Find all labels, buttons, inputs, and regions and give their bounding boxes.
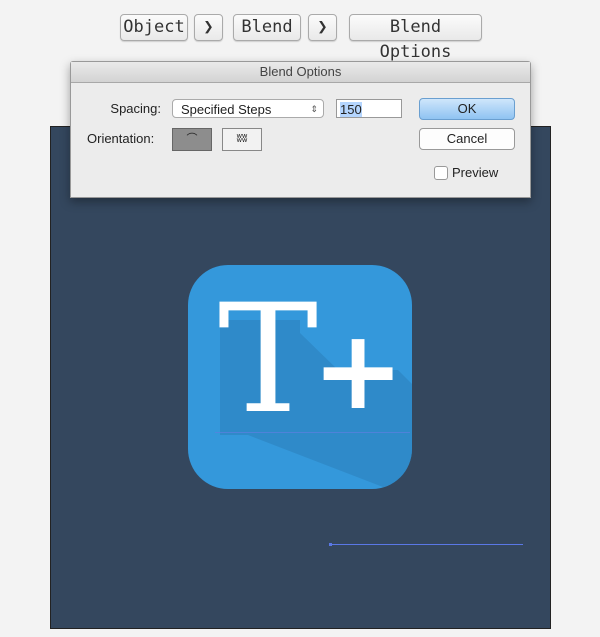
orientation-label: Orientation: xyxy=(87,131,155,146)
selection-path xyxy=(215,432,410,433)
spacing-select[interactable]: Specified Steps ⇕ xyxy=(172,99,324,118)
blend-options-dialog: Blend Options Spacing: Specified Steps ⇕… xyxy=(70,61,531,198)
app-icon: T + xyxy=(188,265,412,489)
breadcrumb-blend[interactable]: Blend xyxy=(233,14,301,41)
plus-glyph: + xyxy=(312,306,405,434)
spacing-value: Specified Steps xyxy=(181,102,272,117)
t-glyph: T xyxy=(218,273,319,447)
steps-input[interactable]: 150 xyxy=(336,99,402,118)
ok-button[interactable]: OK xyxy=(419,98,515,120)
align-to-path-button[interactable]: ʬʬ xyxy=(222,128,262,151)
breadcrumb-object[interactable]: Object xyxy=(120,14,188,41)
chevron-right-icon: ❯ xyxy=(194,14,223,41)
align-to-page-button[interactable]: ⌒ xyxy=(172,128,212,151)
align-to-path-icon: ʬʬ xyxy=(236,133,248,145)
preview-label: Preview xyxy=(452,165,499,180)
chevron-right-icon: ❯ xyxy=(308,14,337,41)
breadcrumb-blend-options[interactable]: Blend Options xyxy=(349,14,482,62)
spacing-label: Spacing: xyxy=(110,101,161,116)
anchor-point[interactable] xyxy=(329,543,332,546)
align-to-page-icon: ⌒ xyxy=(186,133,198,145)
cancel-button[interactable]: Cancel xyxy=(419,128,515,150)
dialog-title: Blend Options xyxy=(71,62,530,83)
blend-spine-path[interactable] xyxy=(330,544,523,545)
updown-arrows-icon: ⇕ xyxy=(310,104,318,114)
steps-value: 150 xyxy=(340,102,362,117)
preview-checkbox[interactable] xyxy=(434,166,448,180)
